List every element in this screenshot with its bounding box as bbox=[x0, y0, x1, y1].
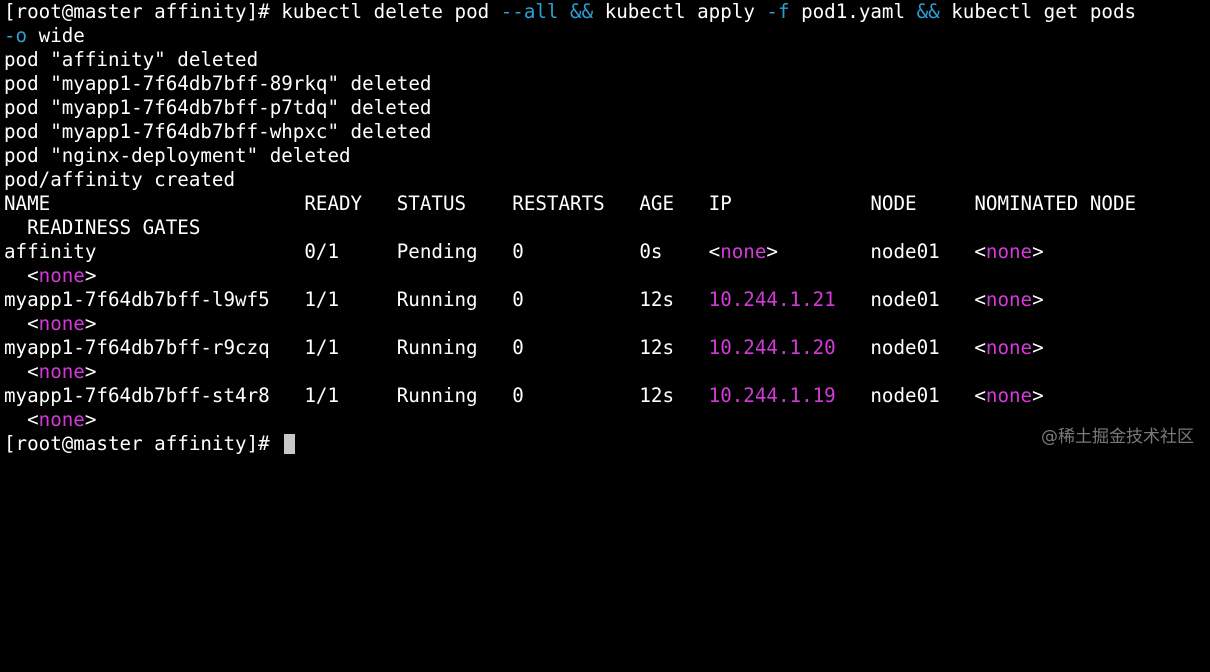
pod-readiness-bracket: > bbox=[84, 360, 97, 383]
pod-readiness-gates: none bbox=[38, 264, 85, 287]
pod-status: Running bbox=[396, 336, 478, 359]
pod-node: node01 bbox=[870, 384, 940, 407]
command-text: kubectl apply bbox=[593, 0, 767, 23]
pod-readiness-bracket: > bbox=[84, 408, 97, 431]
table-row: myapp1-7f64db7bff-r9czq 1/1 Running 0 12… bbox=[4, 336, 1044, 360]
command-text: wide bbox=[27, 24, 85, 47]
pod-readiness-gates: none bbox=[38, 312, 85, 335]
pod-status: Running bbox=[396, 288, 478, 311]
pod-ip: 10.244.1.21 bbox=[708, 288, 836, 311]
pod-nominated-bracket: < bbox=[974, 336, 986, 359]
pod-restarts: 0 bbox=[512, 384, 524, 407]
shell-prompt: [root@master affinity]# bbox=[4, 0, 282, 23]
pod-age: 12s bbox=[639, 288, 674, 311]
pod-status: Pending bbox=[396, 240, 478, 263]
output-line: pod "myapp1-7f64db7bff-89rkq" deleted bbox=[4, 72, 432, 95]
command-text: kubectl delete pod bbox=[281, 0, 501, 23]
pod-node: node01 bbox=[870, 240, 940, 263]
table-row-wrap: < none > bbox=[4, 264, 96, 288]
pod-nominated-bracket: < bbox=[974, 288, 986, 311]
column-header-status: STATUS bbox=[396, 192, 467, 215]
pod-nominated-node: none bbox=[985, 384, 1033, 407]
pod-nominated-bracket: > bbox=[1032, 240, 1044, 263]
pod-ready: 1/1 bbox=[304, 288, 339, 311]
column-header-name: NAME bbox=[4, 192, 51, 215]
column-header-ip: IP bbox=[708, 192, 732, 215]
table-header-wrap: READINESS GATES bbox=[4, 216, 200, 240]
pod-readiness-gates: none bbox=[38, 360, 85, 383]
column-header-age: AGE bbox=[639, 192, 674, 215]
pod-restarts: 0 bbox=[512, 240, 524, 263]
output-line: pod "myapp1-7f64db7bff-whpxc" deleted bbox=[4, 120, 432, 143]
pod-name: myapp1-7f64db7bff-r9czq bbox=[4, 336, 270, 359]
command-operator: && bbox=[916, 0, 940, 23]
table-row: myapp1-7f64db7bff-st4r8 1/1 Running 0 12… bbox=[4, 384, 1044, 408]
command-line-wrap: -o wide bbox=[4, 24, 85, 48]
pod-ip: none bbox=[720, 240, 767, 263]
pod-nominated-bracket: > bbox=[1032, 288, 1044, 311]
table-row: myapp1-7f64db7bff-l9wf5 1/1 Running 0 12… bbox=[4, 288, 1044, 312]
command-flag: -f bbox=[766, 0, 790, 23]
output-line: pod "myapp1-7f64db7bff-p7tdq" deleted bbox=[4, 96, 432, 119]
column-header-readiness-gates: READINESS GATES bbox=[27, 216, 201, 239]
pod-nominated-bracket: > bbox=[1032, 336, 1044, 359]
pod-restarts: 0 bbox=[512, 336, 524, 359]
table-row-wrap: < none > bbox=[4, 360, 96, 384]
pod-age: 12s bbox=[639, 336, 674, 359]
column-header-ready: READY bbox=[304, 192, 363, 215]
pod-node: node01 bbox=[870, 288, 940, 311]
pod-nominated-bracket: < bbox=[974, 384, 986, 407]
output-line: pod/affinity created bbox=[4, 168, 236, 191]
watermark: @稀土掘金技术社区 bbox=[1041, 427, 1194, 447]
pod-restarts: 0 bbox=[512, 288, 524, 311]
pod-name: affinity bbox=[4, 240, 97, 263]
text-cursor bbox=[283, 434, 295, 454]
pod-readiness-bracket: > bbox=[84, 264, 97, 287]
pod-ip: 10.244.1.19 bbox=[708, 384, 836, 407]
command-flag: --all bbox=[500, 0, 559, 23]
pod-readiness-bracket: < bbox=[27, 264, 39, 287]
table-header: NAME READY STATUS RESTARTS AGE IP NODE N… bbox=[4, 192, 1136, 216]
pod-nominated-node: none bbox=[985, 336, 1033, 359]
pod-status: Running bbox=[396, 384, 478, 407]
command-flag: -o bbox=[4, 24, 28, 47]
command-text: kubectl get pods bbox=[939, 0, 1137, 23]
command-text: pod1.yaml bbox=[789, 0, 917, 23]
pod-age: 12s bbox=[639, 384, 674, 407]
command-operator: && bbox=[570, 0, 594, 23]
table-row-wrap: < none > bbox=[4, 312, 96, 336]
pod-name: myapp1-7f64db7bff-st4r8 bbox=[4, 384, 270, 407]
pod-name: myapp1-7f64db7bff-l9wf5 bbox=[4, 288, 270, 311]
pod-readiness-bracket: < bbox=[27, 312, 39, 335]
column-header-restarts: RESTARTS bbox=[512, 192, 605, 215]
pod-ip-bracket: > bbox=[766, 240, 778, 263]
pod-ready: 1/1 bbox=[304, 336, 339, 359]
pod-ready: 1/1 bbox=[304, 384, 339, 407]
pod-ready: 0/1 bbox=[304, 240, 339, 263]
command-line: [root@master affinity]# kubectl delete p… bbox=[4, 0, 1136, 24]
pod-readiness-bracket: < bbox=[27, 408, 39, 431]
pod-ip-bracket: < bbox=[708, 240, 721, 263]
pod-age: 0s bbox=[639, 240, 663, 263]
pod-readiness-bracket: < bbox=[27, 360, 39, 383]
shell-prompt: [root@master affinity]# bbox=[4, 432, 282, 455]
pod-readiness-bracket: > bbox=[84, 312, 97, 335]
pod-readiness-gates: none bbox=[38, 408, 85, 431]
column-header-nominated-node: NOMINATED NODE bbox=[974, 192, 1137, 215]
terminal-window[interactable]: [root@master affinity]# kubectl delete p… bbox=[4, 0, 1204, 463]
pod-nominated-bracket: < bbox=[974, 240, 986, 263]
pod-nominated-node: none bbox=[985, 288, 1033, 311]
pod-nominated-bracket: > bbox=[1032, 384, 1044, 407]
column-header-node: NODE bbox=[870, 192, 917, 215]
pod-nominated-node: none bbox=[985, 240, 1033, 263]
output-line: pod "affinity" deleted bbox=[4, 48, 259, 71]
table-row-wrap: < none > bbox=[4, 408, 96, 432]
output-line: pod "nginx-deployment" deleted bbox=[4, 144, 351, 167]
pod-ip: 10.244.1.20 bbox=[708, 336, 836, 359]
input-line[interactable]: [root@master affinity]# bbox=[4, 432, 295, 456]
pod-node: node01 bbox=[870, 336, 940, 359]
table-row: affinity 0/1 Pending 0 0s < none > node0… bbox=[4, 240, 1044, 264]
